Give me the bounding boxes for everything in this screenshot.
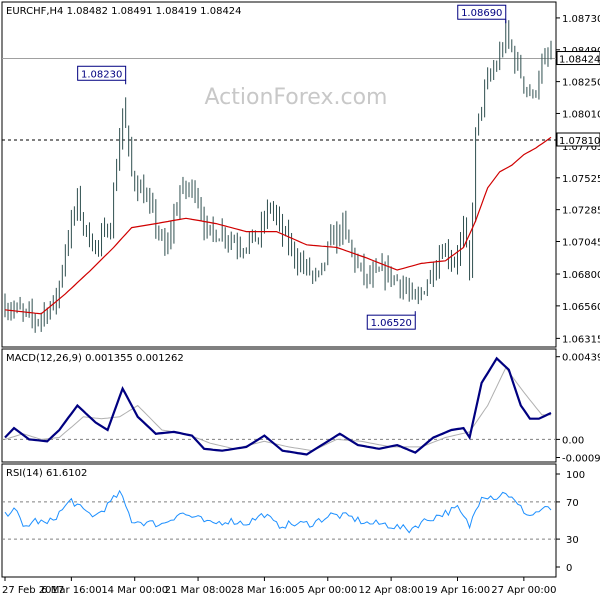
- chart-header: EURCHF,H4 1.08482 1.08491 1.08419 1.0842…: [6, 6, 242, 17]
- price-tick-label: 1.06315: [562, 334, 600, 345]
- price-tick-label: 1.08730: [562, 14, 600, 25]
- price-tick-label: 1.07045: [562, 238, 600, 249]
- chart-stage: EURCHF,H4 1.08482 1.08491 1.08419 1.0842…: [0, 0, 600, 600]
- price-tick-label: 1.08250: [562, 78, 600, 89]
- watermark-text: ActionForex.com: [205, 85, 388, 110]
- annotation-label: 1.06520: [371, 318, 412, 329]
- rsi-tick-label: 70: [566, 498, 579, 509]
- price-panel: [1, 1, 557, 348]
- rsi-panel: [1, 463, 557, 578]
- annotation-label: 1.08230: [81, 69, 122, 80]
- macd-tick-label: -0.000961: [562, 453, 600, 464]
- support-price-tag-label: 1.07810: [559, 136, 600, 147]
- rsi-tick-label: 100: [566, 470, 585, 481]
- price-tick-label: 1.07285: [562, 206, 600, 217]
- macd-label: MACD(12,26,9) 0.001355 0.001262: [6, 353, 184, 364]
- current-price-tag-label: 1.08424: [559, 55, 600, 66]
- x-tick-label: 5 Apr 00:00: [298, 585, 357, 596]
- price-tick-label: 1.06560: [562, 302, 600, 313]
- price-tick-label: 1.06800: [562, 270, 600, 281]
- eurchf-chart: EURCHF,H4 1.08482 1.08491 1.08419 1.0842…: [1, 1, 600, 596]
- rsi-label: RSI(14) 61.6102: [6, 468, 87, 479]
- price-tick-label: 1.08010: [562, 109, 600, 120]
- x-tick-label: 21 Mar 08:00: [165, 585, 232, 596]
- rsi-tick-label: 0: [566, 563, 572, 574]
- x-tick-label: 6 Mar 16:00: [41, 585, 101, 596]
- x-tick-label: 12 Apr 08:00: [359, 585, 424, 596]
- x-tick-label: 28 Mar 16:00: [231, 585, 298, 596]
- annotation-label: 1.08690: [461, 8, 502, 19]
- macd-tick-label: 0.00: [562, 435, 584, 446]
- macd-tick-label: 0.004391: [562, 353, 600, 364]
- x-tick-label: 14 Mar 00:00: [101, 585, 168, 596]
- rsi-tick-label: 30: [566, 535, 579, 546]
- x-tick-label: 19 Apr 16:00: [425, 585, 490, 596]
- price-tick-label: 1.07525: [562, 174, 600, 185]
- x-tick-label: 27 Apr 00:00: [491, 585, 556, 596]
